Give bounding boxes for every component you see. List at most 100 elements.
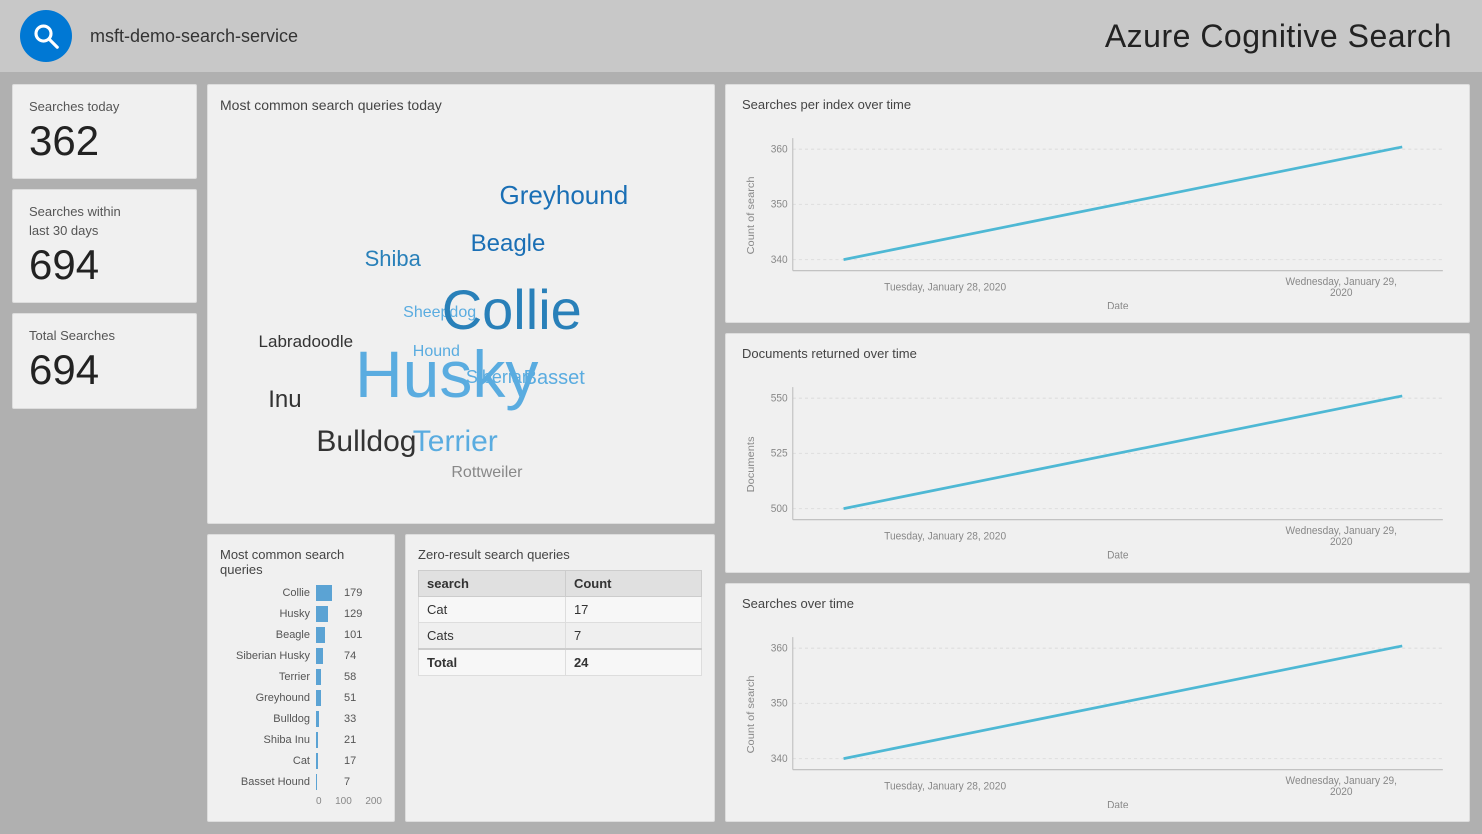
- bar-row: Husky 129: [220, 606, 382, 622]
- bar-fill: [316, 711, 319, 727]
- bar-fill: [316, 774, 317, 790]
- bar-fill: [316, 585, 332, 601]
- bar-row: Collie 179: [220, 585, 382, 601]
- searches-index-chart-container: Count of search 360 350 340 Tuesday, Ja: [742, 116, 1453, 309]
- svg-text:Date: Date: [1107, 799, 1129, 808]
- searches-time-chart-title: Searches over time: [742, 596, 1453, 611]
- search-cell: Cats: [419, 623, 566, 650]
- header-left: msft-demo-search-service: [20, 10, 298, 62]
- right-panel: Searches per index over time Count of se…: [725, 84, 1470, 822]
- svg-text:350: 350: [771, 198, 788, 210]
- searches-index-chart-title: Searches per index over time: [742, 97, 1453, 112]
- bar-row: Greyhound 51: [220, 690, 382, 706]
- word-cloud-word: Inu: [268, 386, 301, 414]
- svg-text:Count of search: Count of search: [746, 675, 757, 753]
- svg-text:2020: 2020: [1330, 785, 1353, 797]
- searches-today-value: 362: [29, 118, 180, 164]
- bar-track: [316, 627, 334, 643]
- svg-text:360: 360: [771, 143, 788, 155]
- bar-value: 129: [344, 608, 382, 620]
- svg-text:360: 360: [771, 642, 788, 654]
- bar-track: [316, 690, 334, 706]
- bar-label: Cat: [220, 755, 310, 767]
- app-title: Azure Cognitive Search: [1105, 18, 1452, 55]
- word-cloud-area: GreyhoundShibaBeagleSheepdogHoundCollieL…: [220, 121, 702, 511]
- svg-text:340: 340: [771, 752, 788, 764]
- bar-label: Beagle: [220, 629, 310, 641]
- searches-time-chart-svg: Count of search 360 350 340 Tuesday, Jan…: [742, 615, 1453, 808]
- total-searches-card: Total Searches 694: [12, 313, 197, 408]
- bar-value: 51: [344, 692, 382, 704]
- word-cloud-word: Labradoodle: [259, 332, 354, 352]
- zero-result-table: search Count Cat17Cats7Total24: [418, 570, 702, 676]
- total-searches-value: 694: [29, 347, 180, 393]
- bar-fill: [316, 753, 318, 769]
- bar-label: Siberian Husky: [220, 650, 310, 662]
- bar-row: Beagle 101: [220, 627, 382, 643]
- bar-fill: [316, 669, 321, 685]
- bar-row: Terrier 58: [220, 669, 382, 685]
- bar-label: Basset Hound: [220, 776, 310, 788]
- searches-30-label2: last 30 days: [29, 223, 180, 238]
- svg-text:Date: Date: [1107, 549, 1129, 558]
- bar-x-tick: 0: [316, 796, 322, 807]
- bar-value: 58: [344, 671, 382, 683]
- searches-today-label: Searches today: [29, 99, 180, 114]
- zero-result-tbody: Cat17Cats7Total24: [419, 597, 702, 676]
- searches-time-chart-container: Count of search 360 350 340 Tuesday, Jan…: [742, 615, 1453, 808]
- col-search: search: [419, 571, 566, 597]
- searches-today-card: Searches today 362: [12, 84, 197, 179]
- zero-result-title: Zero-result search queries: [418, 547, 702, 562]
- bar-track: [316, 585, 334, 601]
- bar-value: 179: [344, 587, 382, 599]
- bar-value: 101: [344, 629, 382, 641]
- bar-value: 21: [344, 734, 382, 746]
- count-cell: 7: [565, 623, 701, 650]
- svg-text:350: 350: [771, 697, 788, 709]
- bar-label: Greyhound: [220, 692, 310, 704]
- bar-label: Shiba Inu: [220, 734, 310, 746]
- bar-fill: [316, 648, 323, 664]
- word-cloud-card: Most common search queries today Greyhou…: [207, 84, 715, 524]
- word-cloud-word: Husky: [355, 336, 538, 412]
- bar-track: [316, 669, 334, 685]
- bar-fill: [316, 732, 318, 748]
- bar-label: Collie: [220, 587, 310, 599]
- logo-icon: [20, 10, 72, 62]
- total-value: 24: [565, 649, 701, 676]
- bar-x-tick: 200: [365, 796, 382, 807]
- bar-x-axis: 0 100 200: [220, 796, 382, 807]
- middle-panel: Most common search queries today Greyhou…: [207, 84, 715, 822]
- bar-row: Bulldog33: [220, 711, 382, 727]
- searches-index-chart-svg: Count of search 360 350 340 Tuesday, Ja: [742, 116, 1453, 309]
- bar-x-tick: 100: [335, 796, 352, 807]
- table-row: Cats7: [419, 623, 702, 650]
- count-cell: 17: [565, 597, 701, 623]
- word-cloud-word: Collie: [442, 277, 582, 342]
- svg-text:Tuesday, January 28, 2020: Tuesday, January 28, 2020: [884, 531, 1006, 543]
- searches-30-card: Searches within last 30 days 694: [12, 189, 197, 303]
- bar-fill: [316, 690, 321, 706]
- word-cloud-word: Greyhound: [500, 180, 629, 211]
- svg-text:2020: 2020: [1330, 536, 1353, 548]
- zero-result-card: Zero-result search queries search Count …: [405, 534, 715, 822]
- total-searches-label: Total Searches: [29, 328, 180, 343]
- bar-label: Terrier: [220, 671, 310, 683]
- svg-text:525: 525: [771, 448, 788, 460]
- total-label: Total: [419, 649, 566, 676]
- word-cloud-word: Beagle: [471, 230, 546, 258]
- search-cell: Cat: [419, 597, 566, 623]
- documents-chart-container: Documents 550 525 500 Tuesday, January 2…: [742, 365, 1453, 558]
- word-cloud-title: Most common search queries today: [220, 97, 702, 113]
- documents-chart-title: Documents returned over time: [742, 346, 1453, 361]
- word-cloud-word: Bulldog: [316, 425, 416, 459]
- bar-fill: [316, 606, 328, 622]
- svg-text:340: 340: [771, 254, 788, 266]
- bar-chart-title: Most common search queries: [220, 547, 382, 577]
- bar-row: Cat17: [220, 753, 382, 769]
- bar-label: Husky: [220, 608, 310, 620]
- word-cloud-word: Rottweiler: [451, 464, 522, 482]
- service-name: msft-demo-search-service: [90, 26, 298, 47]
- bottom-row: Most common search queries Collie 179 Husk…: [207, 534, 715, 822]
- header: msft-demo-search-service Azure Cognitive…: [0, 0, 1482, 72]
